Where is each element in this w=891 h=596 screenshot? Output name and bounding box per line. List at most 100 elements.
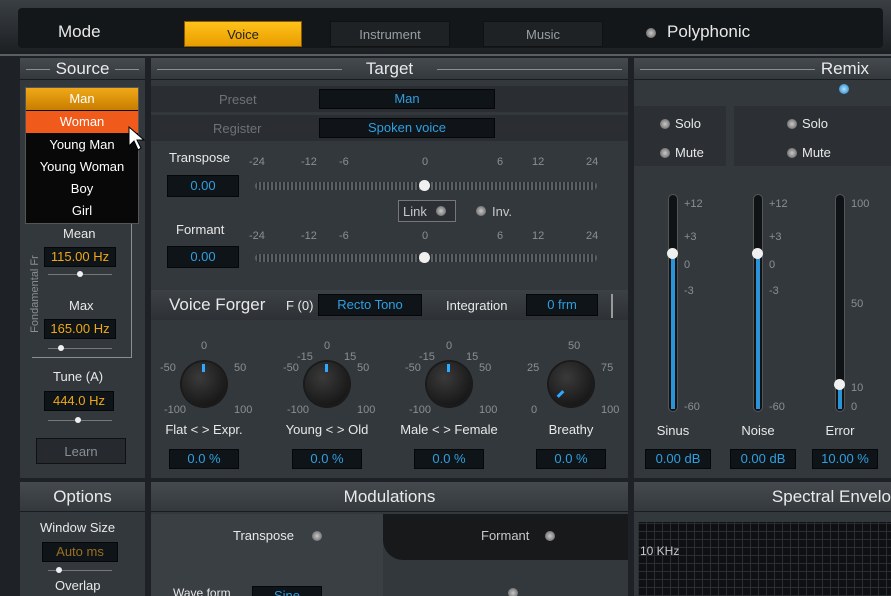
noise-label: Noise — [741, 423, 775, 438]
knob-value[interactable]: 0.0 % — [414, 449, 484, 469]
options-title: Options — [53, 487, 112, 506]
link-toggle[interactable] — [436, 206, 446, 216]
mean-value[interactable]: 115.00 Hz — [44, 247, 116, 267]
noise-mute-radio[interactable] — [787, 148, 797, 158]
noise-fader-thumb[interactable] — [752, 248, 763, 259]
noise-fader-fill — [756, 254, 760, 409]
knob-label: Male < > Female — [400, 422, 498, 437]
window-size-thumb[interactable] — [56, 567, 62, 573]
tab-transpose-radio[interactable] — [312, 531, 322, 541]
transpose-slider-thumb[interactable] — [419, 180, 430, 191]
mean-label: Mean — [63, 226, 96, 241]
inv-label: Inv. — [492, 204, 512, 219]
learn-button[interactable]: Learn — [36, 438, 126, 464]
remix-header: Remix — [634, 58, 891, 80]
knob-value[interactable]: 0.0 % — [169, 449, 239, 469]
transpose-value[interactable]: 0.00 — [167, 175, 239, 197]
knob-scale-bottom-left: -100 — [164, 404, 187, 416]
mode-music-button[interactable]: Music — [483, 21, 603, 47]
sinus-solo-label: Solo — [675, 116, 702, 131]
dropdown-option-young-man[interactable]: Young Man — [26, 134, 138, 156]
knob-scale-left: 25 — [527, 362, 540, 374]
sinus-mute-radio[interactable] — [660, 148, 670, 158]
remix-indicator[interactable] — [839, 84, 849, 94]
formant-value[interactable]: 0.00 — [167, 246, 239, 268]
dropdown-option-woman[interactable]: Woman — [26, 111, 138, 133]
max-value[interactable]: 165.00 Hz — [44, 319, 116, 339]
knob-scale-bottom-left: -100 — [409, 404, 432, 416]
polyphonic-radio[interactable] — [646, 28, 656, 38]
transpose-scale-m6: -6 — [339, 156, 349, 168]
tune-slider-thumb[interactable] — [75, 417, 81, 423]
tab-formant-label: Formant — [481, 528, 530, 543]
knob-scale-top: 50 — [568, 340, 581, 352]
tune-value[interactable]: 444.0 Hz — [44, 391, 114, 411]
knob-young-old[interactable] — [305, 362, 349, 406]
noise-mute-label: Mute — [802, 145, 831, 160]
remix-title: Remix — [820, 59, 869, 78]
knob-flat-expr[interactable] — [182, 362, 226, 406]
sinus-fader[interactable] — [667, 194, 678, 412]
tab-formant[interactable]: Formant — [383, 514, 628, 560]
tab-transpose-label: Transpose — [233, 528, 294, 543]
dropdown-option-girl[interactable]: Girl — [26, 200, 138, 222]
window-size-label: Window Size — [40, 520, 116, 535]
mode-voice-button[interactable]: Voice — [184, 21, 302, 47]
knob-value[interactable]: 0.0 % — [536, 449, 606, 469]
mode-instrument-button[interactable]: Instrument — [330, 21, 450, 47]
source-dropdown: Man Woman Young Man Young Woman Boy Girl — [25, 87, 139, 224]
knob-male-female[interactable] — [427, 362, 471, 406]
sinus-scale-label: -60 — [684, 401, 700, 413]
sinus-fader-thumb[interactable] — [667, 248, 678, 259]
sinus-solo-radio[interactable] — [660, 119, 670, 129]
knob-scale-right: 50 — [357, 362, 370, 374]
error-fader[interactable] — [834, 194, 845, 412]
f0-select[interactable]: Recto Tono — [318, 294, 422, 316]
knob-indicator — [325, 364, 328, 372]
integration-value[interactable]: 0 frm — [526, 294, 598, 316]
knob-value[interactable]: 0.0 % — [292, 449, 362, 469]
noise-value[interactable]: 0.00 dB — [730, 449, 796, 469]
knob-scale-top: 0 — [201, 340, 208, 352]
noise-fader[interactable] — [752, 194, 763, 412]
spectral-display[interactable] — [638, 522, 891, 596]
mean-slider-thumb[interactable] — [77, 271, 83, 277]
tab-formant-radio[interactable] — [545, 531, 555, 541]
formant-slider-thumb[interactable] — [419, 252, 430, 263]
dropdown-option-man[interactable]: Man — [26, 88, 138, 110]
max-slider-thumb[interactable] — [58, 345, 64, 351]
error-fader-thumb[interactable] — [834, 379, 845, 390]
sinus-mute-label: Mute — [675, 145, 704, 160]
preset-select[interactable]: Man — [319, 89, 495, 109]
dropdown-option-young-woman[interactable]: Young Woman — [26, 156, 138, 178]
knob-scale-top-right: 15 — [344, 351, 357, 363]
tab-transpose[interactable]: Transpose — [151, 514, 383, 596]
register-select[interactable]: Spoken voice — [319, 118, 495, 138]
knob-scale-right: 50 — [234, 362, 247, 374]
error-value[interactable]: 10.00 % — [812, 449, 878, 469]
formant-scale-24: 24 — [586, 230, 599, 242]
f0-value: Recto Tono — [337, 297, 403, 312]
noise-solo-radio[interactable] — [787, 119, 797, 129]
knob-breathy[interactable] — [549, 362, 593, 406]
knob-group-young-old: 0 -15 15 -50 50 -100 100 Young < > Old 0.0 % — [277, 336, 377, 471]
knob-scale-left: -50 — [405, 362, 421, 374]
voice-forger-title: Voice Forger — [169, 295, 266, 314]
sinus-value[interactable]: 0.00 dB — [645, 449, 711, 469]
inv-toggle[interactable] — [476, 206, 486, 216]
target-header: Target — [151, 58, 628, 80]
dropdown-option-boy[interactable]: Boy — [26, 178, 138, 200]
knob-label: Flat < > Expr. — [165, 422, 243, 437]
waveform-select[interactable]: Sine — [252, 586, 322, 596]
window-size-value[interactable]: Auto ms — [42, 542, 118, 562]
noise-scale-label: 0 — [769, 259, 776, 271]
waveform-radio[interactable] — [508, 588, 518, 596]
knob-scale-top-left: -15 — [297, 351, 313, 363]
target-panel: Target Preset Man Register Spoken voice … — [151, 58, 628, 290]
formant-scale-0: 0 — [422, 230, 429, 242]
knob-scale-top: 0 — [324, 340, 331, 352]
transpose-scale-m12: -12 — [301, 156, 317, 168]
transpose-scale-m24: -24 — [249, 156, 265, 168]
knob-scale-bottom-right: 100 — [479, 404, 498, 416]
transpose-scale-12: 12 — [532, 156, 545, 168]
